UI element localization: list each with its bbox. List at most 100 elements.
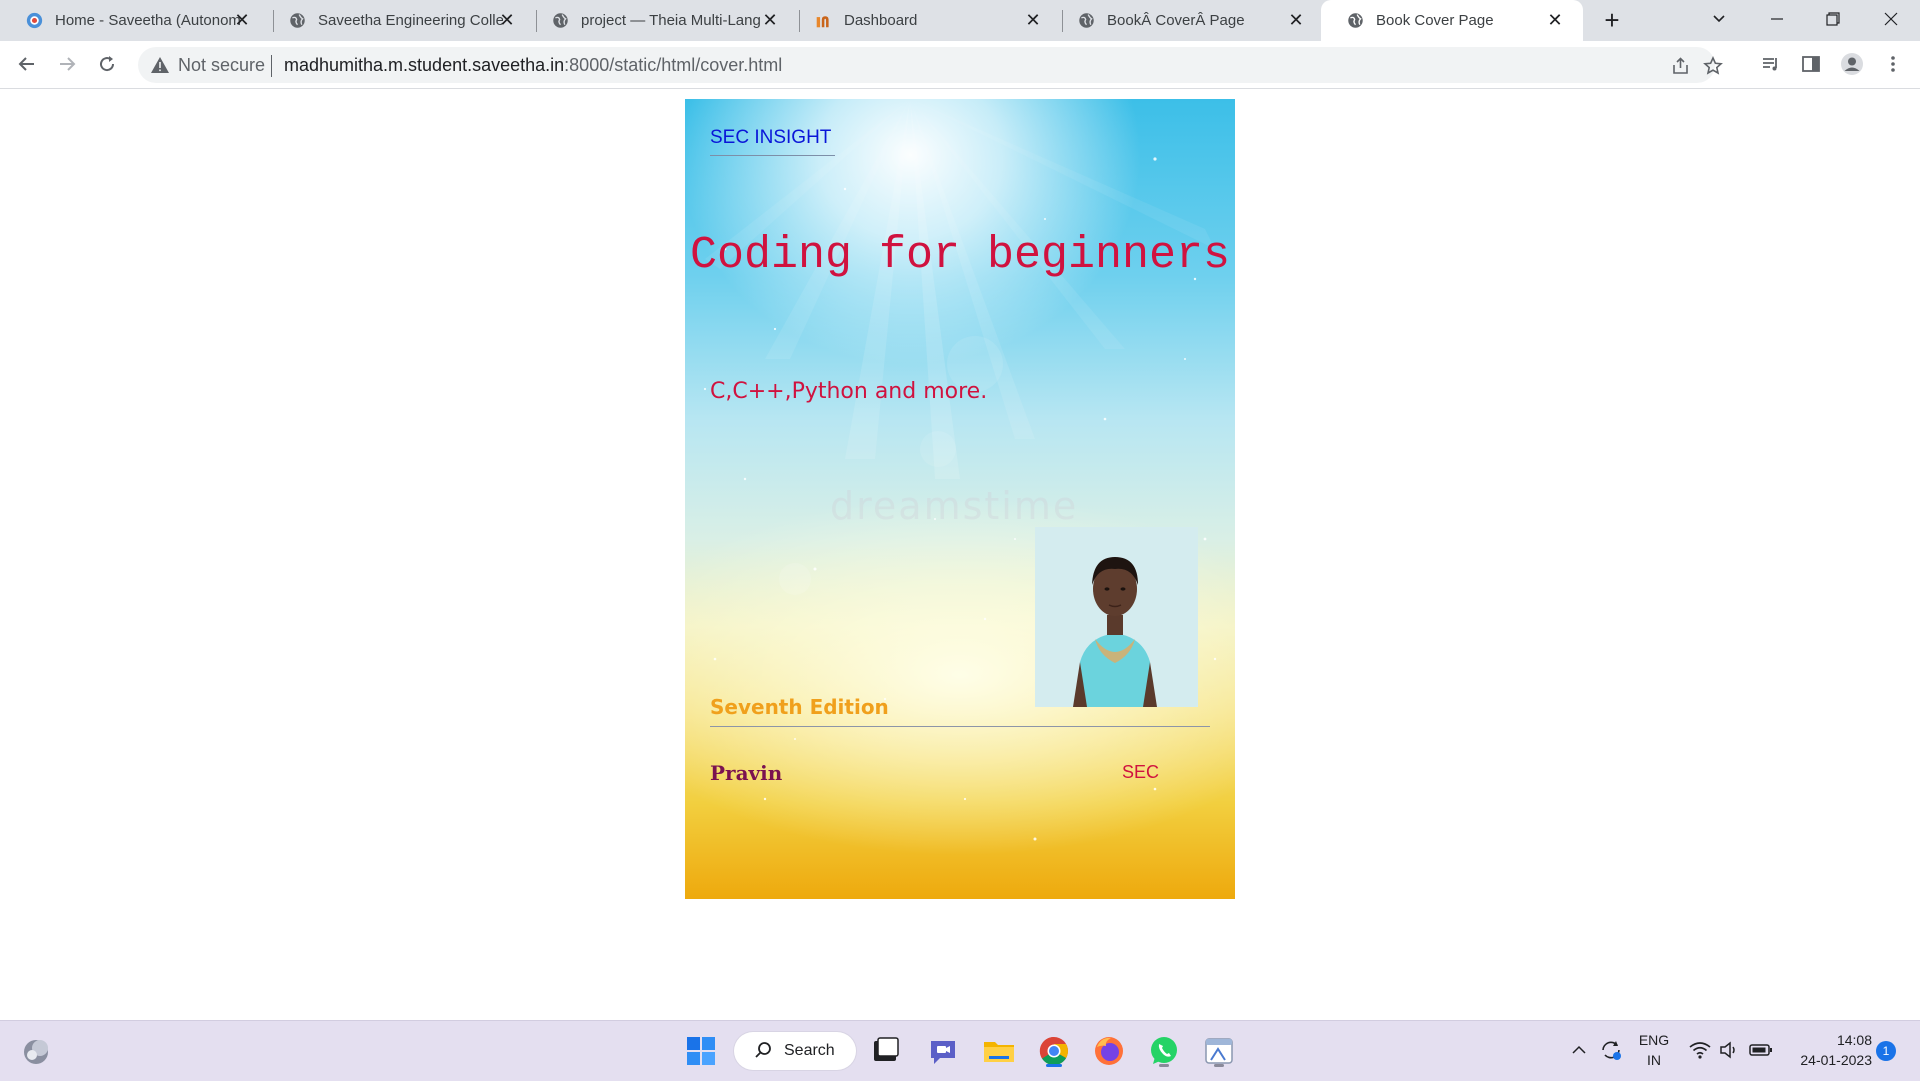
saveetha-favicon-icon bbox=[26, 12, 43, 29]
cover-divider bbox=[710, 726, 1210, 727]
warning-icon[interactable] bbox=[150, 55, 170, 75]
browser-tab-active[interactable]: Book Cover Page ✕ bbox=[1321, 0, 1583, 41]
side-panel-button[interactable] bbox=[1798, 51, 1824, 77]
minimize-icon bbox=[1771, 18, 1783, 20]
url-text[interactable]: madhumitha.m.student.saveetha.in:8000/st… bbox=[284, 55, 782, 75]
tab-close-icon[interactable]: ✕ bbox=[1023, 10, 1043, 30]
author-photo bbox=[1035, 527, 1198, 707]
url-host: madhumitha.m.student.saveetha.in bbox=[284, 55, 565, 75]
browser-tab[interactable]: project — Theia Multi-Lang ✕ bbox=[526, 0, 798, 41]
reload-icon bbox=[100, 56, 115, 72]
running-app-indicator bbox=[1159, 1064, 1169, 1067]
sync-icon bbox=[1602, 1041, 1621, 1060]
tab-search-button[interactable] bbox=[1696, 4, 1742, 34]
language-indicator[interactable]: ENG IN bbox=[1632, 1032, 1676, 1069]
start-button[interactable] bbox=[683, 1033, 719, 1069]
show-hidden-icons-button[interactable] bbox=[1568, 1041, 1590, 1061]
media-controls-button[interactable] bbox=[1758, 51, 1784, 77]
widgets-button[interactable] bbox=[18, 1033, 54, 1069]
profile-button[interactable] bbox=[1839, 51, 1865, 77]
publisher-name: SEC bbox=[1122, 762, 1160, 782]
back-button[interactable] bbox=[12, 49, 42, 79]
chevron-down-icon bbox=[1713, 15, 1725, 23]
tab-title: project — Theia Multi-Lang bbox=[581, 12, 761, 29]
cover-brand: SEC INSIGHT bbox=[710, 127, 832, 148]
whatsapp-button[interactable] bbox=[1146, 1033, 1182, 1069]
security-status-label[interactable]: Not secure bbox=[178, 55, 265, 75]
tab-title: BookÂ CoverÂ Page bbox=[1107, 12, 1245, 29]
battery-icon bbox=[1749, 1044, 1772, 1056]
tab-close-icon[interactable]: ✕ bbox=[1545, 10, 1565, 30]
globe-icon bbox=[1079, 13, 1094, 28]
close-icon bbox=[1884, 12, 1898, 26]
restore-button[interactable] bbox=[1810, 4, 1856, 34]
tab-title: Home - Saveetha (Autonom bbox=[55, 12, 240, 29]
book-title: Coding for beginners bbox=[689, 230, 1231, 281]
task-view-button[interactable] bbox=[868, 1033, 904, 1069]
chrome-taskbar-button[interactable] bbox=[1036, 1033, 1072, 1069]
clock-date: 24-01-2023 bbox=[1800, 1052, 1872, 1068]
snipping-tool-button[interactable] bbox=[1201, 1033, 1237, 1069]
url-path: :8000/static/html/cover.html bbox=[564, 55, 783, 75]
clock[interactable]: 14:08 24-01-2023 bbox=[1786, 1032, 1872, 1069]
star-icon bbox=[1703, 56, 1723, 75]
tab-close-icon[interactable]: ✕ bbox=[760, 10, 780, 30]
active-app-indicator bbox=[1046, 1064, 1062, 1067]
forward-button[interactable] bbox=[52, 49, 82, 79]
browser-toolbar: Not secure madhumitha.m.student.saveetha… bbox=[0, 41, 1920, 89]
new-tab-button[interactable]: + bbox=[1598, 6, 1626, 34]
side-panel-icon bbox=[1802, 56, 1820, 72]
weather-widget-icon bbox=[24, 1040, 48, 1064]
firefox-icon bbox=[1095, 1037, 1123, 1065]
share-button[interactable] bbox=[1669, 54, 1693, 78]
taskbar-search[interactable]: Search bbox=[734, 1032, 856, 1070]
chrome-menu-button[interactable] bbox=[1880, 51, 1906, 77]
running-app-indicator bbox=[1214, 1064, 1224, 1067]
windows-start-icon bbox=[687, 1037, 715, 1065]
search-icon bbox=[755, 1042, 771, 1058]
minimize-button[interactable] bbox=[1754, 4, 1800, 34]
search-label: Search bbox=[784, 1042, 835, 1059]
more-vertical-icon bbox=[1891, 56, 1895, 72]
browser-tab-strip: Home - Saveetha (Autonom ✕ Saveetha Engi… bbox=[0, 0, 1920, 41]
tab-title: Dashboard bbox=[844, 12, 918, 29]
dashboard-favicon-icon bbox=[816, 16, 829, 28]
tab-close-icon[interactable]: ✕ bbox=[232, 10, 252, 30]
omnibox-divider bbox=[271, 55, 272, 77]
firefox-button[interactable] bbox=[1091, 1033, 1127, 1069]
restore-icon bbox=[1826, 12, 1840, 26]
reload-button[interactable] bbox=[92, 49, 122, 79]
avatar-icon bbox=[1841, 53, 1863, 75]
volume-icon bbox=[1720, 1041, 1735, 1059]
region-code: IN bbox=[1647, 1052, 1661, 1068]
globe-icon bbox=[553, 13, 568, 28]
clock-time: 14:08 bbox=[1836, 1032, 1872, 1048]
windows-taskbar: Search ENG IN 14:08 24-01-2023 1 bbox=[0, 1020, 1920, 1081]
close-window-button[interactable] bbox=[1868, 4, 1914, 34]
file-explorer-button[interactable] bbox=[981, 1033, 1017, 1069]
teams-chat-icon bbox=[931, 1041, 955, 1064]
notification-badge[interactable]: 1 bbox=[1876, 1041, 1896, 1061]
quick-settings-button[interactable] bbox=[1688, 1039, 1776, 1063]
author-name: Pravin bbox=[710, 761, 783, 785]
tab-close-icon[interactable]: ✕ bbox=[1286, 10, 1306, 30]
teams-chat-button[interactable] bbox=[925, 1033, 961, 1069]
browser-tab[interactable]: Dashboard ✕ bbox=[789, 0, 1061, 41]
file-explorer-icon bbox=[984, 1042, 1014, 1062]
chevron-up-icon bbox=[1572, 1045, 1586, 1054]
address-bar[interactable]: Not secure madhumitha.m.student.saveetha… bbox=[138, 47, 1723, 83]
arrow-left-icon bbox=[18, 57, 34, 71]
share-icon bbox=[1673, 57, 1688, 74]
book-subtitle: C,C++,Python and more. bbox=[710, 379, 988, 404]
browser-tab[interactable]: Home - Saveetha (Autonom ✕ bbox=[0, 0, 270, 41]
stock-watermark: dreamstime bbox=[830, 484, 1079, 528]
bookmark-button[interactable] bbox=[1701, 54, 1725, 78]
browser-tab[interactable]: BookÂ CoverÂ Page ✕ bbox=[1052, 0, 1324, 41]
globe-icon bbox=[290, 13, 305, 28]
page-viewport: SEC INSIGHT Coding for beginners C,C++,P… bbox=[0, 89, 1920, 1020]
playlist-icon bbox=[1763, 58, 1777, 71]
tab-close-icon[interactable]: ✕ bbox=[497, 10, 517, 30]
browser-tab[interactable]: Saveetha Engineering Colle ✕ bbox=[263, 0, 535, 41]
sync-tray-button[interactable] bbox=[1598, 1038, 1624, 1064]
edition-label: Seventh Edition bbox=[710, 695, 889, 719]
